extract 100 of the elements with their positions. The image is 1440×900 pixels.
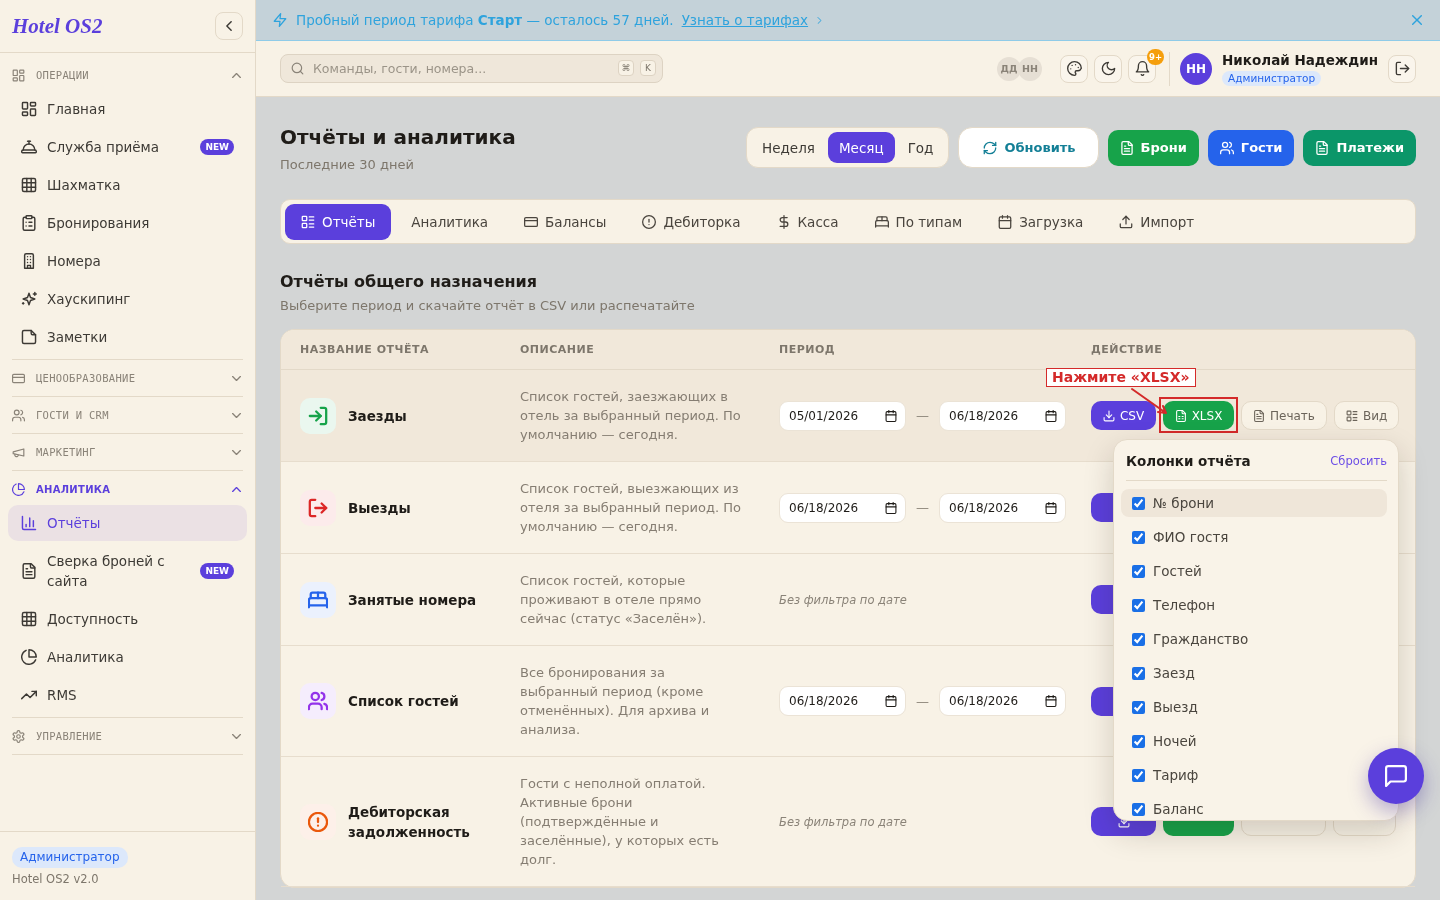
report-name: Дебиторская задолженность (348, 802, 471, 842)
nav-item[interactable]: Заметки (8, 319, 247, 355)
nav-item[interactable]: Главная (8, 91, 247, 127)
date-field[interactable]: 06/18/2026 (939, 400, 1066, 431)
dark-mode-button[interactable] (1094, 54, 1123, 83)
csv-button[interactable]: CSV (1091, 401, 1156, 430)
theme-button[interactable] (1060, 54, 1089, 83)
checkbox[interactable] (1132, 700, 1145, 714)
new-tag: NEW (200, 563, 234, 579)
date-field[interactable]: 06/18/2026 (779, 686, 906, 716)
payments-button[interactable]: Платежи (1303, 129, 1416, 166)
bed-icon (300, 581, 336, 618)
checkbox[interactable] (1132, 666, 1145, 680)
nav-item[interactable]: Бронирования (8, 205, 247, 241)
date-field[interactable]: 06/18/2026 (779, 492, 906, 523)
nav-item[interactable]: Доступность (8, 601, 247, 637)
period-option[interactable]: Год (896, 132, 945, 163)
tab[interactable]: Загрузка (982, 203, 1100, 240)
nav-item[interactable]: Аналитика (8, 639, 247, 675)
column-option[interactable]: Выезд (1121, 693, 1209, 721)
chevron-down-icon (232, 731, 241, 741)
checkbox[interactable] (1132, 768, 1145, 782)
column-option[interactable]: Телефон (1121, 591, 1227, 619)
checkbox[interactable] (1132, 802, 1145, 816)
initials-avatar: НН (1018, 56, 1043, 81)
calendar-icon (885, 501, 897, 514)
palette-icon (1066, 61, 1082, 76)
bell-icon (1134, 61, 1150, 76)
users-icon (300, 683, 336, 719)
tab[interactable]: Дебиторка (626, 203, 757, 240)
column-option[interactable]: Ночей (1121, 727, 1208, 755)
checkbox[interactable] (1132, 530, 1145, 544)
tab[interactable]: По типам (858, 203, 979, 240)
card-icon (12, 371, 25, 385)
view-button[interactable]: Вид (1333, 401, 1400, 430)
section-header[interactable]: ГОСТИ И CRM (12, 401, 243, 429)
nav-item[interactable]: Сверка броней с сайта NEW (8, 543, 247, 599)
user-name: Николай Надеждин (1222, 51, 1378, 69)
column-header: ОПИСАНИЕ (520, 343, 595, 356)
date-field[interactable]: 06/18/2026 (939, 686, 1066, 716)
upload-icon (1119, 214, 1134, 229)
column-header: НАЗВАНИЕ ОТЧЁТА (300, 343, 429, 356)
document-icon (1253, 409, 1265, 422)
tab[interactable]: Касса (760, 203, 855, 240)
nav-item[interactable]: Номера (8, 243, 247, 279)
lightning-icon (273, 13, 287, 27)
guests-button[interactable]: Гости (1207, 129, 1295, 166)
report-name: Заезды (348, 406, 407, 426)
chevron-up-icon (232, 70, 241, 80)
calendar-icon (998, 214, 1013, 229)
date-field[interactable]: 05/01/2026 (779, 400, 906, 431)
section-subtitle: Выберите период и скачайте отчёт в CSV или распечатайте (280, 297, 696, 315)
document-icon (1119, 140, 1134, 155)
logout-button[interactable] (1388, 54, 1416, 83)
print-button[interactable]: Печать (1241, 401, 1327, 430)
user-avatar[interactable]: НН (1180, 52, 1213, 85)
reset-link[interactable]: Сбросить (1330, 454, 1387, 468)
chevron-down-icon (232, 410, 241, 420)
column-option[interactable]: Гражданство (1121, 625, 1260, 653)
checkbox[interactable] (1132, 632, 1145, 646)
nav-item[interactable]: Шахматка (8, 167, 247, 203)
nav-item[interactable]: Отчёты (8, 505, 247, 541)
close-icon (1412, 15, 1422, 25)
column-option[interactable]: Гостей (1121, 557, 1213, 585)
date-field[interactable]: 06/18/2026 (939, 492, 1066, 523)
nav-item[interactable]: RMS (8, 677, 247, 713)
report-name: Занятые номера (348, 590, 477, 610)
tab[interactable]: Аналитика (395, 203, 505, 240)
nav-item[interactable]: Хаускипинг (8, 281, 247, 317)
banner-text: Пробный период тарифа Старт — осталось 57 дней. (296, 12, 674, 28)
alert-icon (642, 214, 657, 229)
checkbox[interactable] (1132, 496, 1145, 510)
settings-icon (12, 729, 25, 743)
period-option[interactable]: Месяц (827, 132, 895, 163)
chevron-left-icon (224, 21, 234, 31)
tab[interactable]: Отчёты (285, 203, 392, 240)
report-description: Список гостей, которые проживают в отеле прямо сейчас (статус «Заселён»). (520, 572, 708, 628)
refresh-button[interactable]: Обновить (958, 127, 1099, 168)
callout-label: Нажмите «XLSX» (1046, 368, 1196, 387)
column-option[interactable]: Тариф (1121, 761, 1210, 789)
calendar-icon (1045, 409, 1057, 422)
collapse-button[interactable] (215, 12, 243, 40)
period-option[interactable]: Неделя (751, 132, 826, 163)
section-header[interactable]: АНАЛИТИКА (12, 475, 243, 503)
tab[interactable]: Импорт (1103, 203, 1211, 240)
column-option[interactable]: Заезд (1121, 659, 1206, 687)
checkbox[interactable] (1132, 598, 1145, 612)
column-option[interactable]: Баланс (1121, 795, 1215, 820)
column-option[interactable]: ФИО гостя (1121, 523, 1240, 551)
column-option[interactable]: № брони (1121, 489, 1387, 517)
checkbox[interactable] (1132, 734, 1145, 748)
role-badge: Администратор (12, 847, 128, 868)
checkbox[interactable] (1132, 564, 1145, 578)
tab[interactable]: Балансы (508, 203, 623, 240)
initials-avatar: ДД (997, 56, 1022, 81)
grid-icon (21, 611, 37, 627)
building-icon (21, 253, 37, 269)
chevron-right-icon (816, 16, 824, 24)
page-subtitle: Последние 30 дней (280, 156, 415, 174)
nav-item[interactable]: Служба приёма NEW (8, 129, 247, 165)
